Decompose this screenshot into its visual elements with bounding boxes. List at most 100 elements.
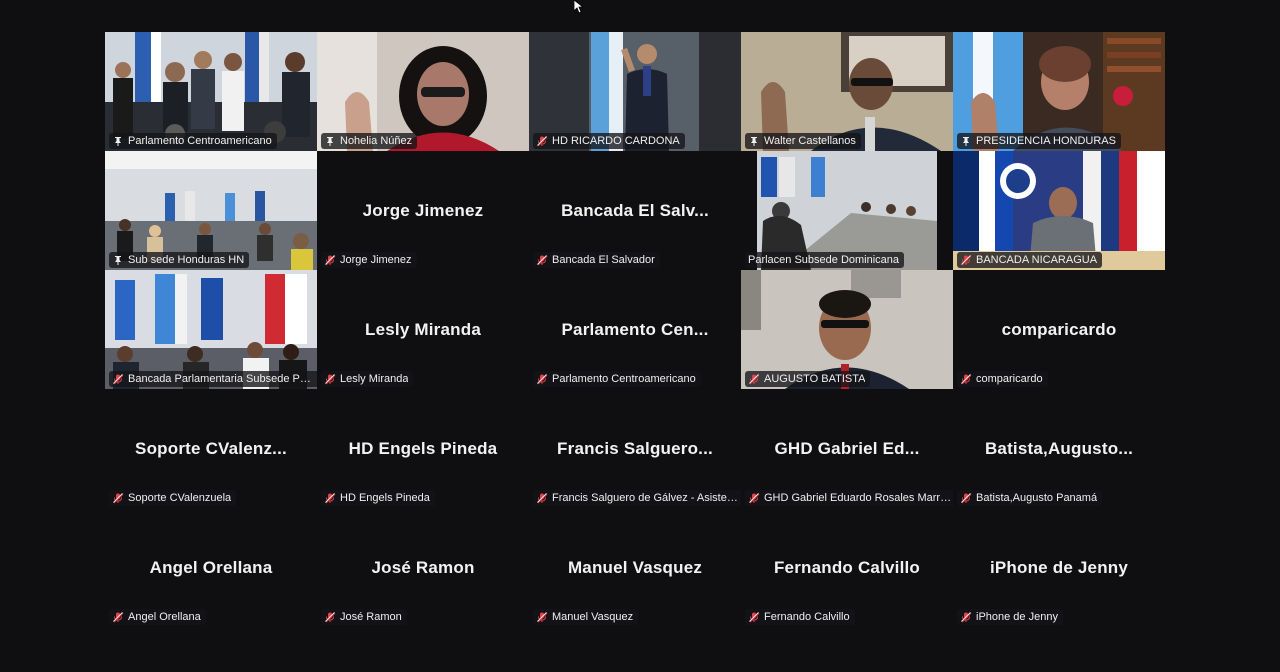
participant-tile[interactable]: comparicardo comparicardo [953,270,1165,389]
participant-tile[interactable]: BANCADA NICARAGUA [953,151,1165,270]
participant-tile[interactable]: José Ramon José Ramon [317,508,529,627]
participant-tile[interactable]: AUGUSTO BATISTA [741,270,953,389]
participant-display-name: iPhone de Jenny [989,557,1129,577]
mic-muted-icon [749,493,760,504]
mouse-cursor-icon [574,0,584,14]
mic-muted-icon [749,612,760,623]
mic-muted-icon [325,612,336,623]
mic-muted-icon [537,374,548,385]
mic-muted-icon [537,493,548,504]
participant-name-text: comparicardo [976,373,1043,385]
participant-display-name: GHD Gabriel Ed... [774,438,920,458]
participant-name-label: Parlamento Centroamericano [109,133,277,149]
participant-display-name: Francis Salguero... [557,438,713,458]
participant-tile[interactable]: Bancada El Salv... Bancada El Salvador [529,151,741,270]
participant-display-name: José Ramon [371,557,475,577]
participant-display-name: Jorge Jimenez [362,200,484,220]
participant-tile[interactable]: Batista,Augusto... Batista,Augusto Panam… [953,389,1165,508]
mic-muted-icon [961,493,972,504]
mic-muted-icon [961,612,972,623]
participant-tile[interactable]: Parlacen Subsede Dominicana [741,151,953,270]
participant-tile[interactable]: PRESIDENCIA HONDURAS [953,32,1165,151]
pin-icon [115,256,121,265]
participant-name-text: Parlacen Subsede Dominicana [748,254,900,266]
participant-display-name: Fernando Calvillo [773,557,921,577]
participant-name-text: Soporte CValenzuela [128,492,232,504]
participant-name-text: GHD Gabriel Eduardo Rosales Marro... [764,492,952,504]
participant-name-label: GHD Gabriel Eduardo Rosales Marro... [745,490,953,506]
pin-icon [963,137,969,146]
participant-tile[interactable]: Francis Salguero... Francis Salguero de … [529,389,741,508]
participant-name-text: José Ramon [340,611,402,623]
participant-name-text: Parlamento Centroamericano [128,135,272,147]
participant-display-name: Angel Orellana [149,557,273,577]
mic-muted-icon [325,374,336,385]
participant-name-label: Batista,Augusto Panamá [957,490,1103,506]
participant-name-label: Bancada Parlamentaria Subsede Pana... [109,371,317,387]
mic-muted-icon [537,255,548,266]
participant-tile[interactable]: Bancada Parlamentaria Subsede Pana... [105,270,317,389]
participant-tile[interactable]: Sub sede Honduras HN [105,151,317,270]
participant-tile[interactable]: HD Engels Pineda HD Engels Pineda [317,389,529,508]
participant-name-text: Nohelia Núñez [340,135,413,147]
participant-name-text: Angel Orellana [128,611,201,623]
participant-tile[interactable]: GHD Gabriel Ed... GHD Gabriel Eduardo Ro… [741,389,953,508]
participant-name-text: Fernando Calvillo [764,611,850,623]
participant-display-name: Parlamento Cen... [561,319,709,339]
participant-name-label: HD RICARDO CARDONA [533,133,685,149]
participant-name-text: HD RICARDO CARDONA [552,135,680,147]
participant-name-text: Bancada El Salvador [552,254,655,266]
participant-tile[interactable]: Angel Orellana Angel Orellana [105,508,317,627]
participant-name-text: BANCADA NICARAGUA [976,254,1098,266]
mic-muted-icon [537,136,548,147]
participant-name-label: Walter Castellanos [745,133,861,149]
participant-display-name: comparicardo [1001,319,1117,339]
participant-tile[interactable]: Nohelia Núñez [317,32,529,151]
mic-muted-icon [113,374,124,385]
participant-tile[interactable]: Parlamento Centroamericano [105,32,317,151]
mic-muted-icon [113,612,124,623]
participant-name-label: comparicardo [957,371,1048,387]
participant-grid: Parlamento Centroamericano Nohelia Núñez… [105,32,1165,627]
participant-name-text: iPhone de Jenny [976,611,1058,623]
participant-name-label: AUGUSTO BATISTA [745,371,871,387]
participant-name-label: Soporte CValenzuela [109,490,237,506]
participant-name-label: Jorge Jimenez [321,252,417,268]
mic-muted-icon [961,255,972,266]
mic-muted-icon [537,612,548,623]
participant-display-name: Lesly Miranda [365,319,481,339]
participant-tile[interactable]: Walter Castellanos [741,32,953,151]
participant-name-label: José Ramon [321,609,407,625]
participant-name-text: Sub sede Honduras HN [128,254,245,266]
participant-name-text: Manuel Vasquez [552,611,634,623]
participant-name-label: Sub sede Honduras HN [109,252,250,268]
participant-tile[interactable]: HD RICARDO CARDONA [529,32,741,151]
participant-name-text: Francis Salguero de Gálvez - Asistent... [552,492,740,504]
participant-name-label: HD Engels Pineda [321,490,435,506]
participant-name-text: Walter Castellanos [764,135,856,147]
participant-name-label: iPhone de Jenny [957,609,1063,625]
participant-name-label: Lesly Miranda [321,371,414,387]
participant-name-label: Parlacen Subsede Dominicana [745,252,905,268]
mic-muted-icon [325,255,336,266]
participant-name-label: Francis Salguero de Gálvez - Asistent... [533,490,741,506]
participant-name-text: AUGUSTO BATISTA [764,373,866,385]
participant-name-text: Batista,Augusto Panamá [976,492,1098,504]
participant-name-label: BANCADA NICARAGUA [957,252,1103,268]
participant-tile[interactable]: Soporte CValenz... Soporte CValenzuela [105,389,317,508]
participant-tile[interactable]: Jorge Jimenez Jorge Jimenez [317,151,529,270]
participant-display-name: Soporte CValenz... [135,438,287,458]
mic-muted-icon [749,374,760,385]
participant-name-text: Lesly Miranda [340,373,409,385]
participant-display-name: Bancada El Salv... [561,200,709,220]
participant-tile[interactable]: Parlamento Cen... Parlamento Centroameri… [529,270,741,389]
participant-display-name: Manuel Vasquez [567,557,703,577]
participant-tile[interactable]: Lesly Miranda Lesly Miranda [317,270,529,389]
participant-name-label: Fernando Calvillo [745,609,855,625]
participant-tile[interactable]: Fernando Calvillo Fernando Calvillo [741,508,953,627]
participant-tile[interactable]: iPhone de Jenny iPhone de Jenny [953,508,1165,627]
participant-name-text: PRESIDENCIA HONDURAS [976,135,1116,147]
participant-tile[interactable]: Manuel Vasquez Manuel Vasquez [529,508,741,627]
participant-name-text: Jorge Jimenez [340,254,412,266]
participant-name-label: PRESIDENCIA HONDURAS [957,133,1121,149]
